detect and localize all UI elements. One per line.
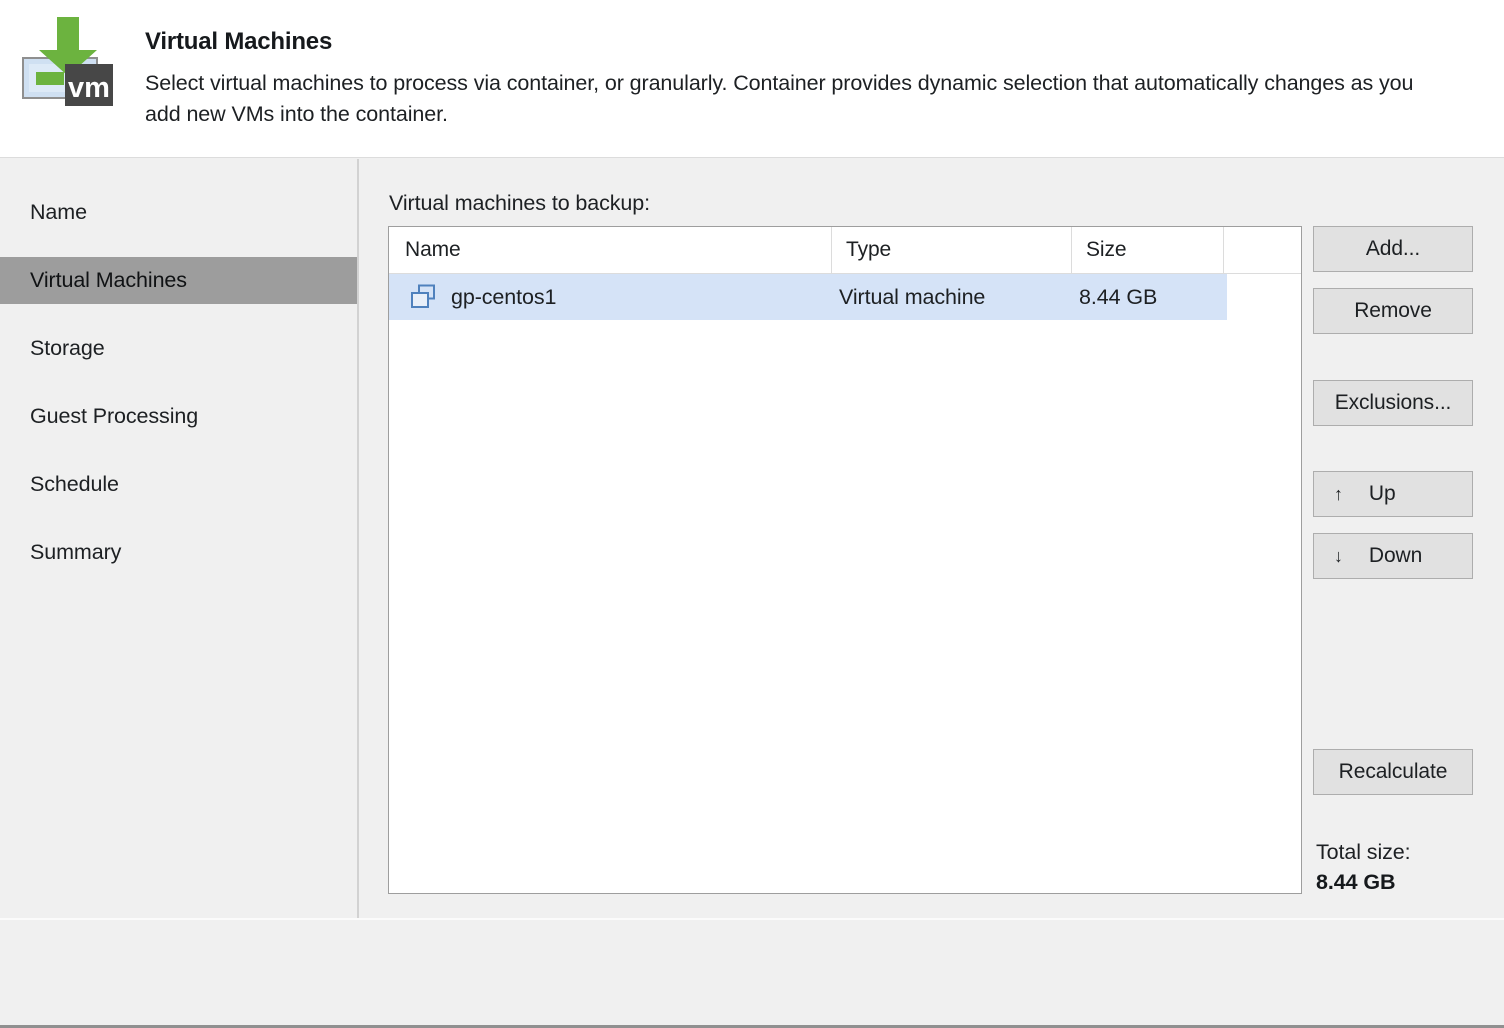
total-size-value: 8.44 GB [1316,870,1396,894]
move-down-button[interactable]: ↓ Down [1313,533,1473,579]
wizard-footer: < Previous Next > Finish Cancel [0,920,1504,1025]
vm-list-label: Virtual machines to backup: [389,191,651,215]
svg-text:vm: vm [68,72,110,104]
sidebar-item-schedule[interactable]: Schedule [0,461,357,508]
sidebar-item-summary[interactable]: Summary [0,529,357,576]
backup-job-wizard: vm Virtual Machines Select virtual machi… [0,0,1504,1028]
virtual-machine-icon [411,284,435,308]
vm-download-icon: vm [22,17,113,106]
sidebar-divider [357,159,359,918]
virtual-machines-table[interactable]: Name Type Size gp-centos1 Virtual machin… [388,226,1302,894]
column-header-name[interactable]: Name [389,227,831,273]
move-up-label: Up [1368,482,1396,505]
cell-vm-size: 8.44 GB [1079,285,1158,309]
sidebar-item-guest-processing[interactable]: Guest Processing [0,393,357,440]
arrow-down-icon: ↓ [1334,546,1343,566]
wizard-header: vm Virtual Machines Select virtual machi… [0,0,1504,158]
column-header-blank[interactable] [1223,227,1301,273]
column-header-size[interactable]: Size [1071,227,1223,273]
table-row[interactable]: gp-centos1 Virtual machine 8.44 GB [389,274,1227,320]
exclusions-button[interactable]: Exclusions... [1313,380,1473,426]
cell-vm-name: gp-centos1 [451,285,557,309]
page-title: Virtual Machines [145,28,333,55]
recalculate-button[interactable]: Recalculate [1313,749,1473,795]
wizard-steps-sidebar: Name Virtual Machines Storage Guest Proc… [0,159,357,918]
remove-button[interactable]: Remove [1313,288,1473,334]
page-description: Select virtual machines to process via c… [145,71,1414,126]
sidebar-item-virtual-machines[interactable]: Virtual Machines [0,257,357,304]
arrow-up-icon: ↑ [1334,484,1343,504]
add-button[interactable]: Add... [1313,226,1473,272]
cell-vm-type: Virtual machine [839,285,986,309]
column-header-type[interactable]: Type [831,227,1071,273]
sidebar-item-name[interactable]: Name [0,189,357,236]
table-header-row: Name Type Size [389,227,1301,274]
move-up-button[interactable]: ↑ Up [1313,471,1473,517]
total-size-label: Total size: [1316,840,1411,864]
move-down-label: Down [1368,544,1423,567]
sidebar-item-storage[interactable]: Storage [0,325,357,372]
